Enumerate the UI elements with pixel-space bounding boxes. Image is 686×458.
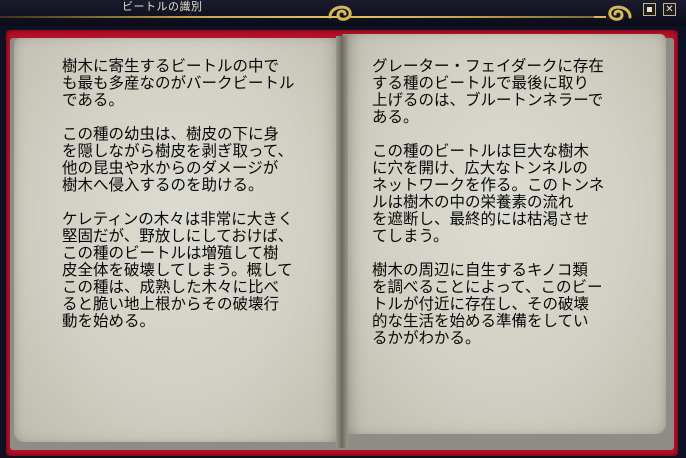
title-divider-right [360,16,596,18]
left-paragraph-1: 樹木に寄生するビートルの中で も最も多産なのがバークビートル である。 [62,57,295,109]
window-titlebar[interactable]: ビートルの識別 ✕ [0,0,686,26]
window-title: ビートルの識別 [122,0,203,13]
close-button[interactable]: ✕ [663,3,676,16]
maximize-button[interactable] [643,3,656,16]
right-page-text: グレーター・フェイダークに存在 する種のビートルで最後に取り 上げるのは、ブルー… [372,58,642,364]
left-page-text: 樹木に寄生するビートルの中で も最も多産なのがバークビートル である。 この種の… [62,58,328,347]
book-spine [336,36,348,448]
left-paragraph-2: この種の幼虫は、樹皮の下に身 を隠しながら樹皮を剥ぎ取って、 他の昆虫や水からの… [62,125,293,194]
right-paragraph-3: 樹木の周辺に自生するキノコ類 を調べることによって、このビー トルが付近に存在し… [372,261,603,347]
left-paragraph-3: ケレティンの木々は非常に大きく 堅固だが、野放しにしておけば、 この種のビートル… [62,210,294,330]
ornament-swirl-left-icon [328,5,362,21]
right-paragraph-1: グレーター・フェイダークに存在 する種のビートルで最後に取り 上げるのは、ブルー… [372,57,604,126]
ornament-swirl-right-icon [594,5,632,21]
right-paragraph-2: この種のビートルは巨大な樹木 に穴を開け、広大なトンネルの ネットワークを作る。… [372,142,605,245]
title-divider [0,16,338,18]
